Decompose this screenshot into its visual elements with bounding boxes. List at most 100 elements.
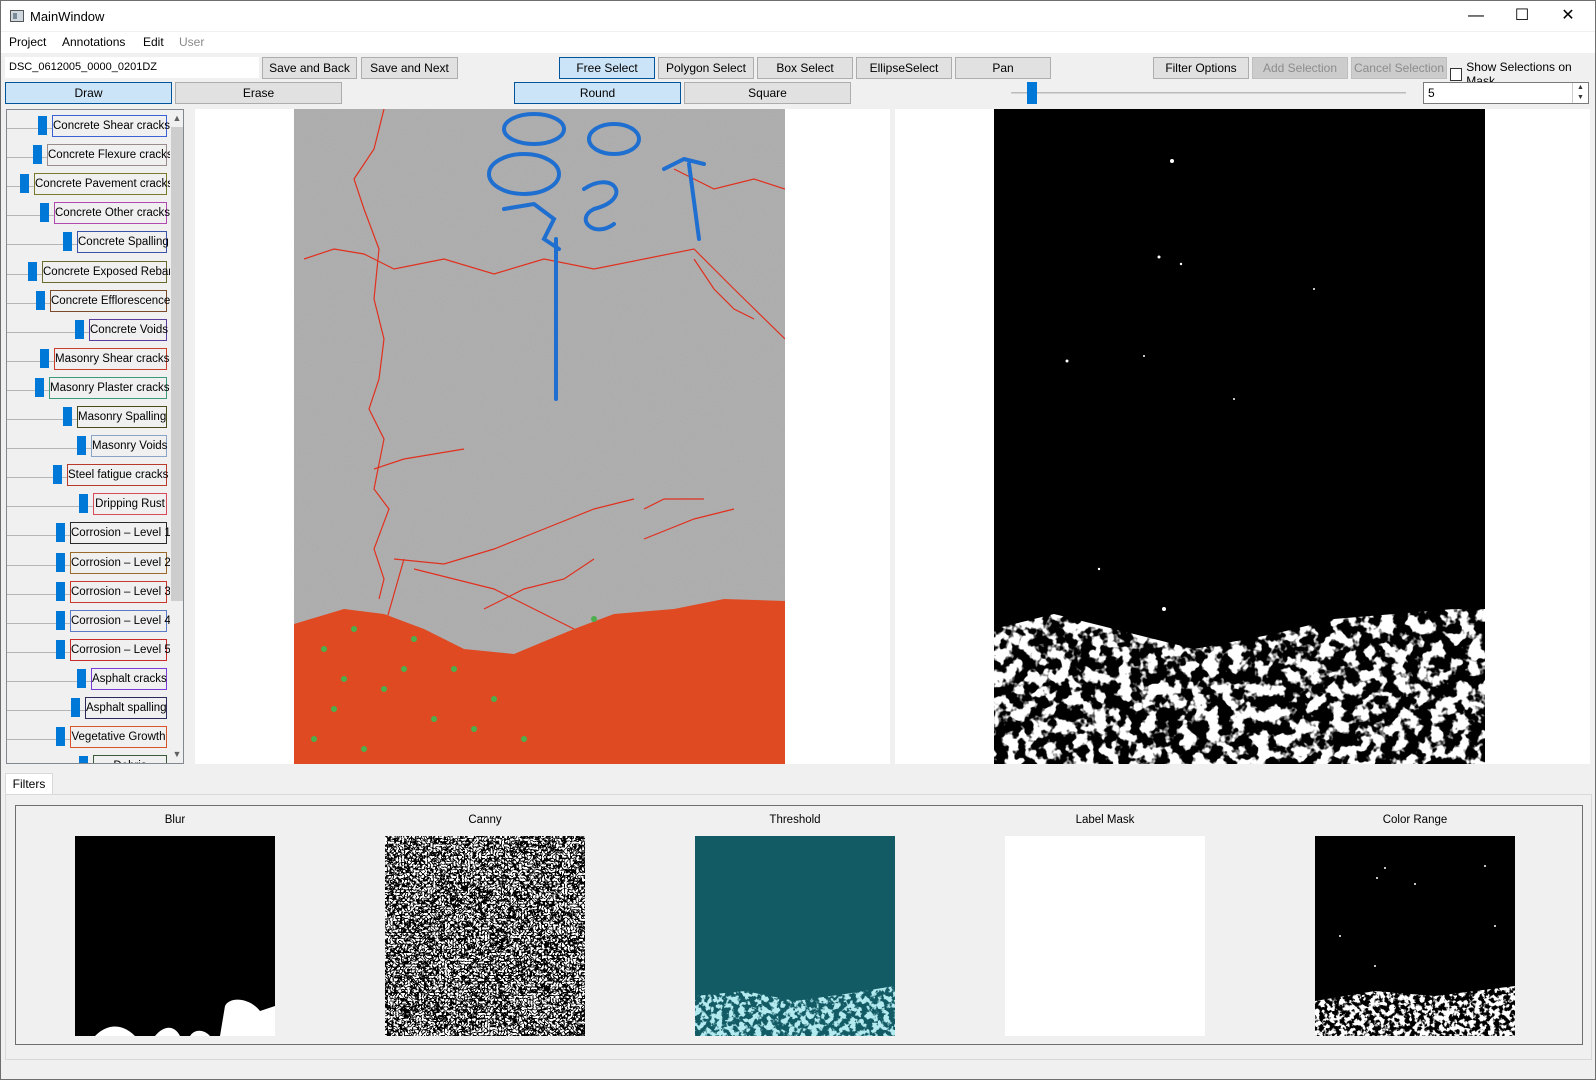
filter-thumbnail-color-range[interactable] — [1315, 836, 1515, 1036]
label-row[interactable]: Corrosion – Level 3 — [7, 580, 171, 609]
save-and-back-button[interactable]: Save and Back — [262, 57, 357, 79]
label-slider-handle[interactable] — [53, 465, 62, 485]
draw-button[interactable]: Draw — [5, 82, 172, 104]
label-button[interactable]: Concrete Shear cracks — [52, 115, 170, 137]
label-slider-handle[interactable] — [77, 668, 86, 688]
label-row[interactable]: Concrete Flexure cracks — [7, 143, 173, 172]
label-row[interactable]: Masonry Voids — [7, 434, 167, 463]
label-button[interactable]: Concrete Efflorescence — [50, 289, 170, 312]
polygon-select-button[interactable]: Polygon Select — [658, 57, 754, 79]
label-button[interactable]: Steel fatigue cracks — [67, 464, 168, 487]
label-slider-handle[interactable] — [33, 145, 42, 165]
label-button[interactable]: Asphalt spalling — [85, 697, 167, 719]
spin-arrows-icon[interactable]: ▲ ▼ — [1572, 83, 1588, 103]
label-row[interactable]: Masonry Spalling — [7, 405, 167, 434]
label-row[interactable]: Asphalt spalling — [7, 696, 167, 725]
label-row[interactable]: Debris — [7, 754, 167, 763]
filter-thumbnail-label-mask[interactable] — [1005, 836, 1205, 1036]
label-row[interactable]: Concrete Shear cracks — [7, 114, 170, 143]
label-slider-handle[interactable] — [38, 116, 47, 135]
square-brush-button[interactable]: Square — [684, 82, 851, 104]
label-button[interactable]: Masonry Plaster cracks — [49, 376, 170, 399]
label-button[interactable]: Corrosion – Level 3 — [70, 580, 171, 603]
label-slider-handle[interactable] — [71, 698, 80, 717]
brush-size-slider-handle[interactable] — [1026, 82, 1037, 104]
cancel-selection-button[interactable]: Cancel Selection — [1351, 57, 1447, 79]
label-slider-handle[interactable] — [75, 319, 84, 339]
label-slider-handle[interactable] — [56, 610, 65, 630]
filter-thumbnail-threshold[interactable] — [695, 836, 895, 1036]
checkbox-box[interactable] — [1450, 67, 1463, 81]
label-row[interactable]: Corrosion – Level 5 — [7, 638, 171, 667]
add-selection-button[interactable]: Add Selection — [1252, 57, 1348, 79]
label-slider-handle[interactable] — [56, 523, 65, 543]
scroll-down-icon[interactable]: ▼ — [170, 746, 183, 763]
label-row[interactable]: Concrete Efflorescence — [7, 289, 170, 318]
mask-preview[interactable] — [994, 109, 1485, 764]
label-button[interactable]: Masonry Spalling — [77, 406, 167, 428]
label-button[interactable]: Concrete Other cracks — [54, 202, 170, 225]
label-row[interactable]: Corrosion – Level 2 — [7, 551, 171, 580]
maximize-icon[interactable]: ☐ — [1499, 1, 1545, 31]
label-button[interactable]: Masonry Voids — [91, 435, 167, 458]
label-slider-handle[interactable] — [56, 581, 65, 601]
label-slider-handle[interactable] — [36, 290, 45, 310]
label-row[interactable]: Dripping Rust — [7, 492, 167, 521]
annotated-photo[interactable] — [294, 109, 785, 764]
label-slider-handle[interactable] — [28, 261, 37, 281]
scroll-thumb[interactable] — [171, 127, 183, 601]
label-slider-handle[interactable] — [56, 552, 65, 572]
menu-project[interactable]: Project — [9, 35, 46, 49]
ellipse-select-button[interactable]: EllipseSelect — [856, 57, 952, 79]
label-button[interactable]: Corrosion – Level 2 — [70, 551, 171, 574]
label-button[interactable]: Masonry Shear cracks — [54, 347, 169, 370]
round-brush-button[interactable]: Round — [514, 82, 681, 104]
label-button[interactable]: Concrete Spalling — [77, 231, 169, 254]
label-row[interactable]: Masonry Plaster cracks — [7, 376, 170, 405]
label-slider-handle[interactable] — [40, 203, 49, 223]
label-button[interactable]: Vegetative Growth — [70, 726, 167, 749]
brush-size-spinbox[interactable]: 5 ▲ ▼ — [1423, 82, 1589, 104]
filter-thumbnail-blur[interactable] — [75, 836, 275, 1036]
label-button[interactable]: Concrete Exposed Rebar — [42, 260, 172, 283]
label-row[interactable]: Concrete Pavement cracks — [7, 172, 173, 201]
label-row[interactable]: Corrosion – Level 4 — [7, 609, 171, 638]
label-button[interactable]: Concrete Flexure cracks — [47, 144, 173, 167]
menu-annotations[interactable]: Annotations — [62, 35, 125, 49]
label-slider-handle[interactable] — [56, 639, 65, 659]
label-row[interactable]: Concrete Exposed Rebar — [7, 260, 172, 289]
brush-size-slider[interactable] — [1011, 92, 1406, 94]
label-button[interactable]: Corrosion – Level 4 — [70, 609, 171, 632]
free-select-button[interactable]: Free Select — [559, 57, 655, 79]
label-slider-handle[interactable] — [79, 756, 88, 763]
label-row[interactable]: Asphalt cracks — [7, 667, 167, 696]
filename-field[interactable]: DSC_0612005_0000_0201DZ — [5, 57, 259, 78]
label-slider-handle[interactable] — [40, 348, 49, 368]
label-row[interactable]: Masonry Shear cracks — [7, 347, 169, 376]
label-slider-handle[interactable] — [77, 436, 86, 456]
label-slider-handle[interactable] — [20, 174, 29, 194]
menu-user[interactable]: User — [179, 35, 204, 49]
label-slider-handle[interactable] — [56, 727, 65, 747]
label-slider-handle[interactable] — [63, 232, 72, 252]
label-slider-handle[interactable] — [79, 494, 88, 514]
menu-edit[interactable]: Edit — [143, 35, 164, 49]
tab-filters[interactable]: Filters — [5, 773, 53, 795]
label-list-scrollbar[interactable]: ▲ ▼ — [170, 110, 183, 763]
box-select-button[interactable]: Box Select — [757, 57, 853, 79]
label-row[interactable]: Concrete Voids — [7, 318, 168, 347]
label-row[interactable]: Steel fatigue cracks — [7, 463, 168, 492]
close-icon[interactable]: ✕ — [1545, 1, 1591, 31]
erase-button[interactable]: Erase — [175, 82, 342, 104]
brush-size-value[interactable]: 5 — [1428, 86, 1435, 100]
pan-button[interactable]: Pan — [955, 57, 1051, 79]
save-and-next-button[interactable]: Save and Next — [361, 57, 458, 79]
label-row[interactable]: Concrete Other cracks — [7, 201, 170, 230]
filter-thumbnail-canny[interactable] — [385, 836, 585, 1036]
label-row[interactable]: Concrete Spalling — [7, 230, 169, 259]
minimize-icon[interactable]: — — [1453, 1, 1499, 31]
label-row[interactable]: Vegetative Growth — [7, 725, 167, 754]
label-slider-handle[interactable] — [63, 407, 72, 426]
label-button[interactable]: Corrosion – Level 5 — [70, 638, 171, 661]
scroll-up-icon[interactable]: ▲ — [170, 110, 183, 127]
